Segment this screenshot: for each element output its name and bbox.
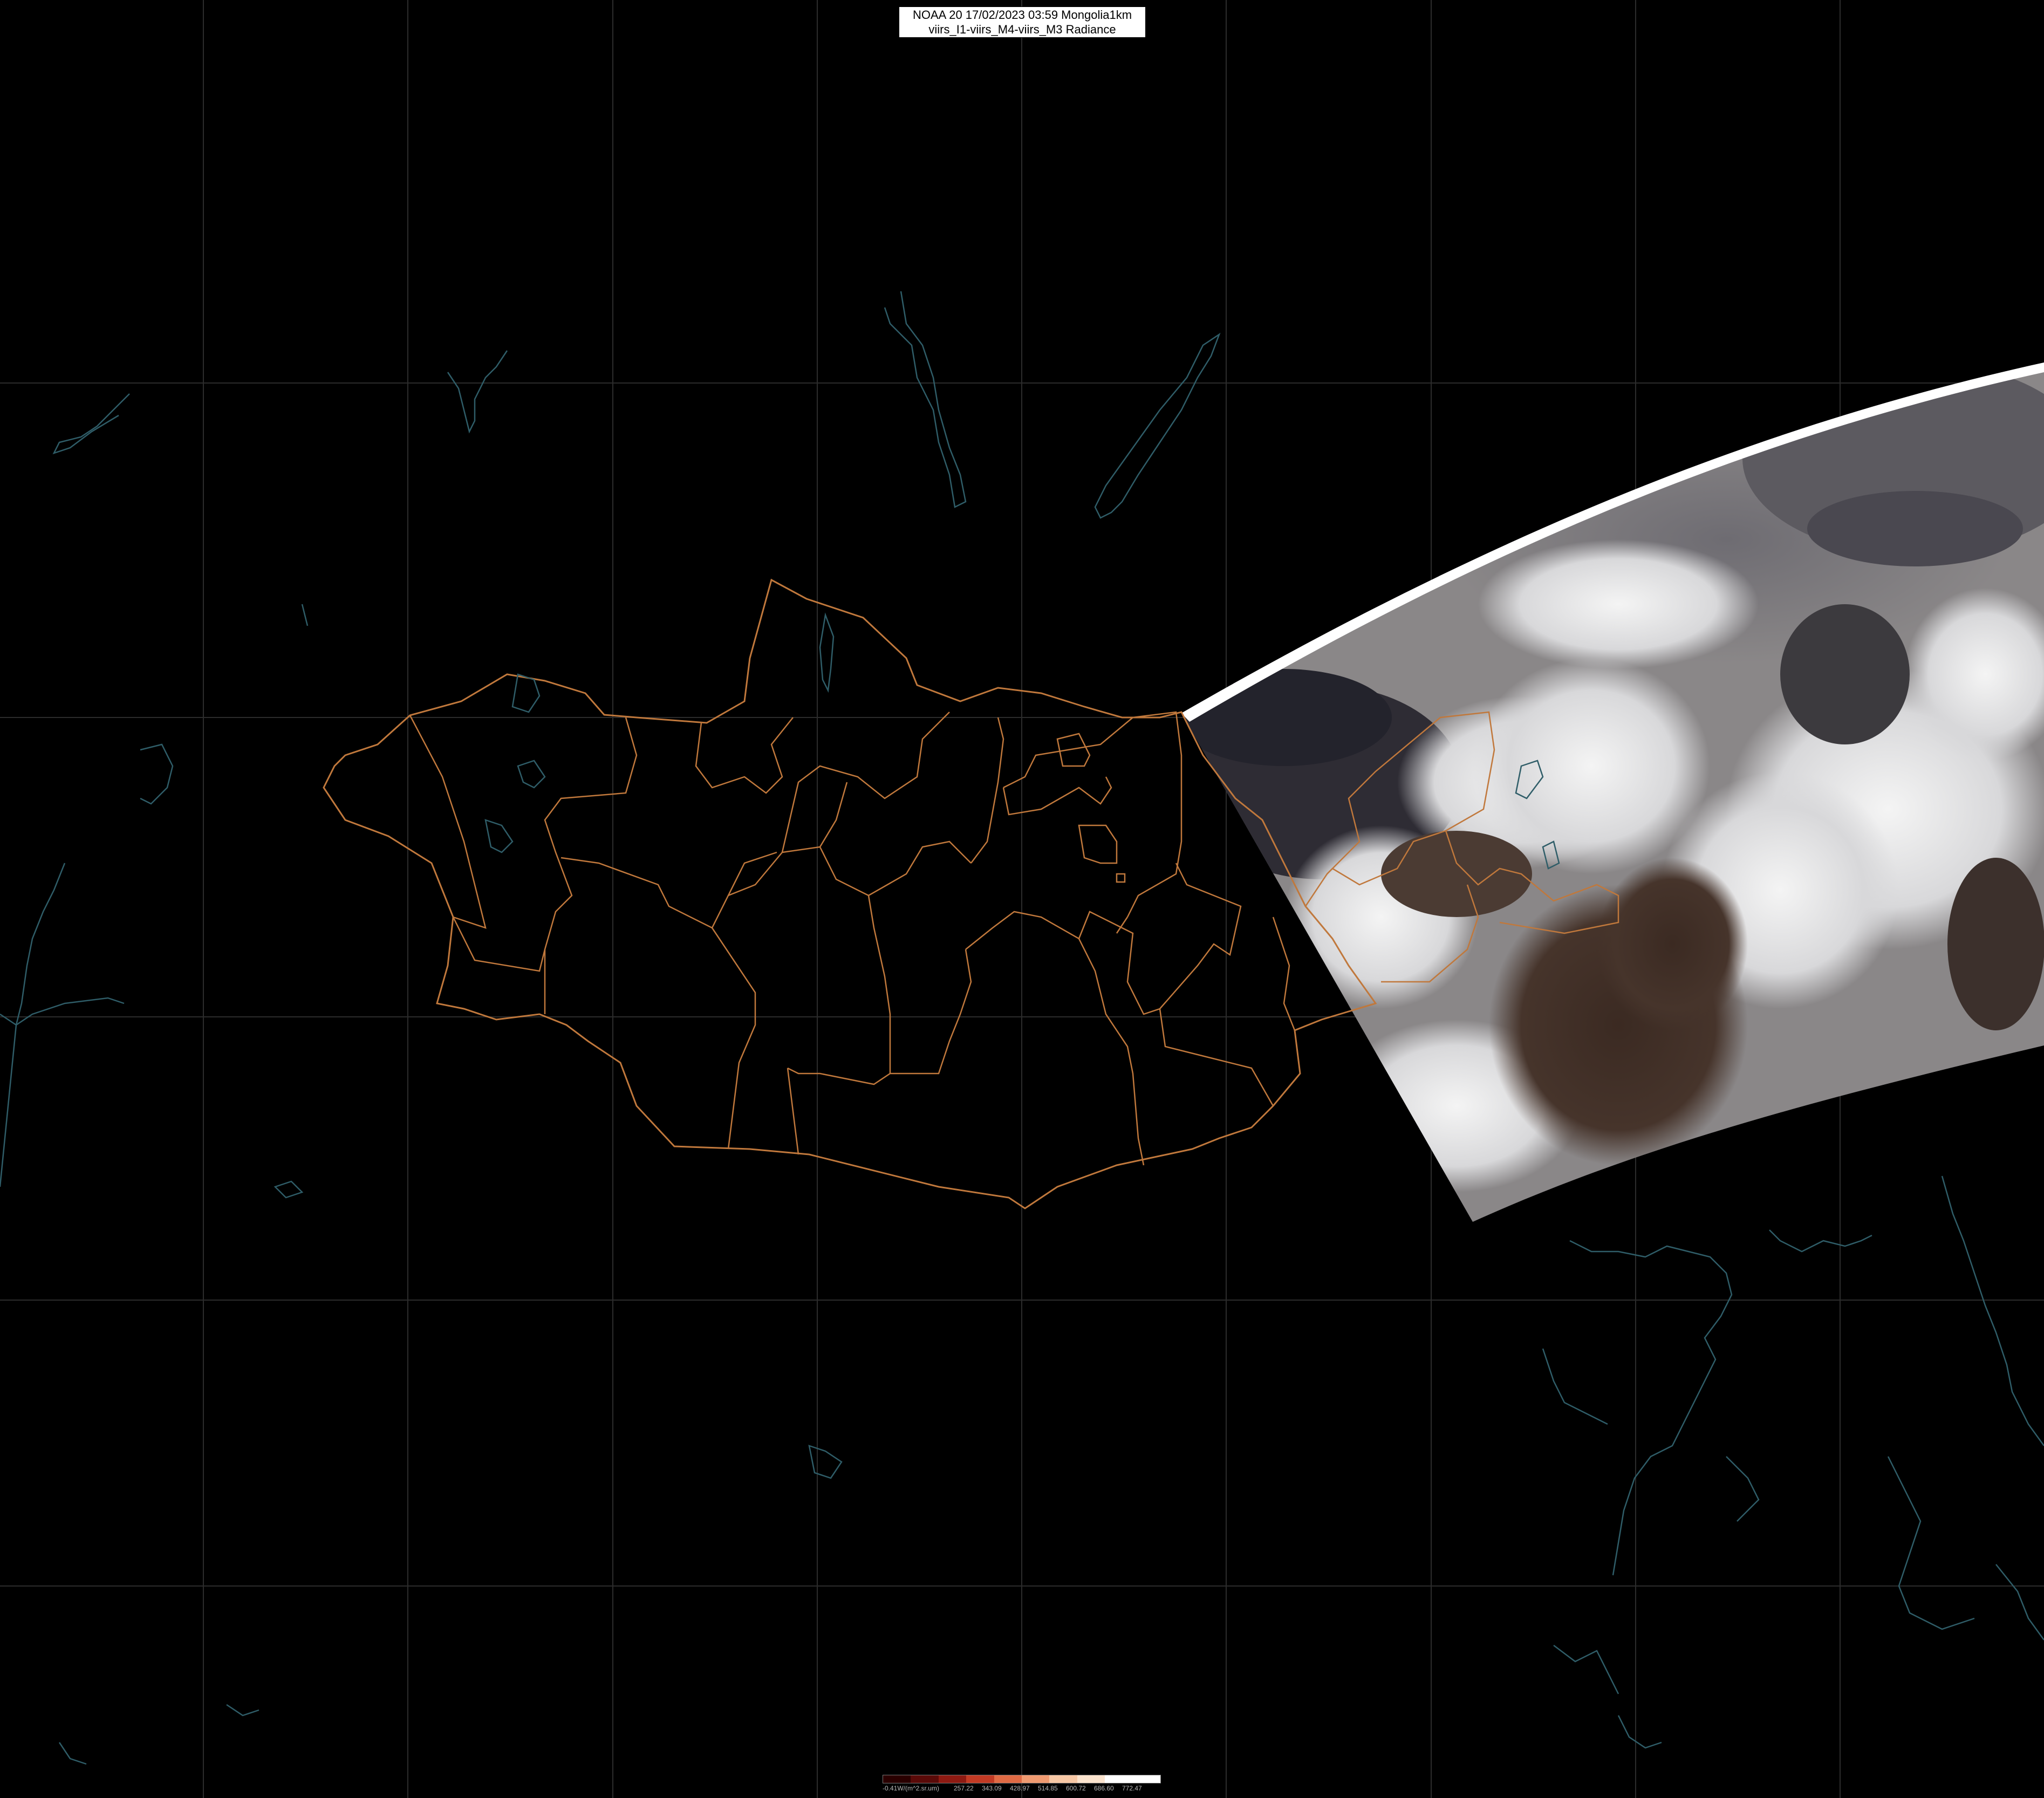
legend-tick: 428.97 bbox=[1010, 1785, 1030, 1792]
legend-tick: 600.72 bbox=[1066, 1785, 1086, 1792]
title-box: NOAA 20 17/02/2023 03:59 Mongolia1km vii… bbox=[899, 6, 1146, 38]
legend-tick: 772.47 bbox=[1122, 1785, 1142, 1792]
legend-swatch bbox=[994, 1775, 1022, 1783]
legend-color-bar bbox=[883, 1775, 1161, 1783]
legend-swatch bbox=[966, 1775, 994, 1783]
legend-labels: -0.41W/(m^2.sr.um) 257.22 343.09 428.97 … bbox=[883, 1785, 1161, 1794]
legend-swatch bbox=[883, 1775, 911, 1783]
color-legend: -0.41W/(m^2.sr.um) 257.22 343.09 428.97 … bbox=[883, 1775, 1161, 1796]
legend-swatch bbox=[938, 1775, 967, 1783]
title-line-2: viirs_I1-viirs_M4-viirs_M3 Radiance bbox=[928, 23, 1116, 36]
legend-swatch bbox=[911, 1775, 939, 1783]
legend-swatch bbox=[1022, 1775, 1050, 1783]
legend-swatch bbox=[1049, 1775, 1077, 1783]
map-canvas bbox=[0, 0, 2044, 1798]
legend-swatch bbox=[1077, 1775, 1105, 1783]
legend-swatch bbox=[1105, 1775, 1133, 1783]
legend-tick: 514.85 bbox=[1038, 1785, 1058, 1792]
province-enclaves bbox=[1056, 733, 1126, 883]
legend-tick: 686.60 bbox=[1094, 1785, 1114, 1792]
legend-swatch bbox=[1132, 1775, 1161, 1783]
title-line-1: NOAA 20 17/02/2023 03:59 Mongolia1km bbox=[912, 8, 1132, 22]
legend-unit-label: -0.41W/(m^2.sr.um) bbox=[883, 1785, 939, 1792]
legend-tick: 257.22 bbox=[954, 1785, 974, 1792]
mongolia-border bbox=[323, 578, 1377, 1209]
satellite-swath bbox=[1181, 363, 2044, 1222]
legend-tick: 343.09 bbox=[982, 1785, 1002, 1792]
